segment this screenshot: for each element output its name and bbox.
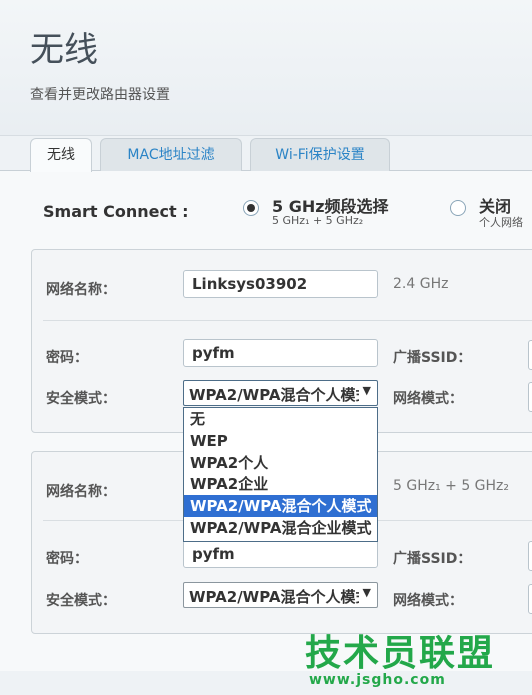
- dropdown-option[interactable]: WPA2个人: [184, 452, 377, 474]
- broadcast-ssid-control[interactable]: [528, 340, 532, 370]
- password-input[interactable]: pyfm: [183, 339, 378, 367]
- broadcast-ssid-label: 广播SSID：: [393, 350, 472, 366]
- password-label: 密码：: [46, 551, 88, 567]
- dropdown-option-selected[interactable]: WPA2/WPA混合个人模式: [184, 495, 377, 517]
- security-mode-value: WPA2/WPA混合个人模式: [189, 588, 359, 606]
- divider: [43, 320, 532, 321]
- option-off-subtitle: 个人网络: [479, 216, 523, 229]
- radio-off[interactable]: [450, 200, 466, 216]
- smart-connect-label: Smart Connect :: [43, 202, 189, 221]
- dropdown-option[interactable]: 无: [184, 408, 377, 430]
- security-mode-value: WPA2/WPA混合个人模式: [189, 386, 359, 404]
- dropdown-option[interactable]: WPA2/WPA混合企业模式: [184, 517, 377, 539]
- watermark-title: 技术员联盟: [305, 633, 496, 674]
- broadcast-ssid-label: 广播SSID：: [393, 551, 472, 567]
- network-mode-label: 网络模式：: [393, 391, 463, 407]
- network-name-label: 网络名称：: [46, 282, 116, 298]
- dropdown-option[interactable]: WEP: [184, 430, 377, 452]
- network-name-label: 网络名称：: [46, 484, 116, 500]
- dropdown-option[interactable]: WPA2企业: [184, 473, 377, 495]
- password-input[interactable]: pyfm: [183, 540, 378, 568]
- network-mode-control[interactable]: [528, 382, 532, 412]
- broadcast-ssid-control[interactable]: [528, 541, 532, 571]
- network-mode-control[interactable]: [528, 584, 532, 614]
- band-label: 2.4 GHz: [393, 276, 449, 292]
- tab-wireless[interactable]: 无线: [30, 138, 92, 172]
- tab-mac-filter[interactable]: MAC地址过滤: [100, 138, 242, 171]
- page-header: 无线 查看并更改路由器设置: [0, 0, 532, 136]
- tab-wps[interactable]: Wi-Fi保护设置: [250, 138, 390, 171]
- page-title: 无线: [30, 30, 98, 70]
- radio-5ghz-band[interactable]: [243, 200, 259, 216]
- security-mode-label: 安全模式：: [46, 593, 116, 609]
- security-mode-select[interactable]: WPA2/WPA混合个人模式 ▼: [183, 582, 378, 608]
- watermark: 技术员联盟 www.jsgho.com: [305, 624, 495, 688]
- tab-bar: 无线 MAC地址过滤 Wi-Fi保护设置: [30, 138, 532, 172]
- page-subtitle: 查看并更改路由器设置: [30, 87, 170, 103]
- band-label: 5 GHz₁ + 5 GHz₂: [393, 478, 510, 494]
- security-mode-label: 安全模式：: [46, 391, 116, 407]
- option-5ghz-subtitle: 5 GHz₁ + 5 GHz₂: [272, 214, 364, 227]
- password-label: 密码：: [46, 350, 88, 366]
- security-mode-dropdown: 无 WEP WPA2个人 WPA2企业 WPA2/WPA混合个人模式 WPA2/…: [183, 407, 378, 542]
- network-name-input[interactable]: Linksys03902: [183, 270, 378, 298]
- dropdown-arrow-icon: ▼: [362, 586, 371, 599]
- network-mode-label: 网络模式：: [393, 593, 463, 609]
- dropdown-arrow-icon: ▼: [362, 384, 371, 397]
- security-mode-select[interactable]: WPA2/WPA混合个人模式 ▼: [183, 380, 378, 406]
